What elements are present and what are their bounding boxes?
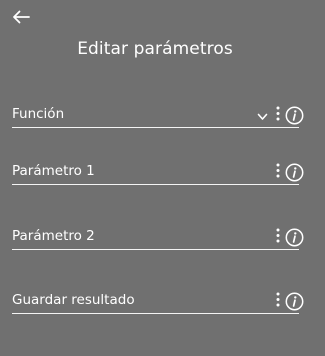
guardar-resultado-field[interactable]: Guardar resultado bbox=[12, 283, 304, 314]
info-icon[interactable] bbox=[285, 106, 304, 125]
back-button[interactable] bbox=[8, 6, 34, 28]
more-vertical-icon[interactable] bbox=[275, 106, 281, 121]
field-label-guardar-resultado: Guardar resultado bbox=[12, 292, 135, 308]
more-vertical-icon[interactable] bbox=[275, 163, 281, 178]
page-title: Editar parámetros bbox=[77, 39, 233, 59]
info-icon[interactable] bbox=[285, 163, 304, 182]
arrow-left-icon bbox=[13, 10, 30, 24]
parametro-1-field[interactable]: Parámetro 1 bbox=[12, 154, 304, 185]
field-label-funcion: Función bbox=[12, 106, 65, 122]
more-vertical-icon[interactable] bbox=[275, 292, 281, 307]
more-vertical-icon[interactable] bbox=[275, 228, 281, 243]
info-icon[interactable] bbox=[285, 228, 304, 247]
field-label-parametro-2: Parámetro 2 bbox=[12, 228, 95, 244]
info-icon[interactable] bbox=[285, 292, 304, 311]
funcion-select[interactable]: Función bbox=[12, 97, 304, 128]
parametro-2-field[interactable]: Parámetro 2 bbox=[12, 219, 304, 250]
chevron-down-icon[interactable] bbox=[257, 113, 268, 121]
field-label-parametro-1: Parámetro 1 bbox=[12, 163, 95, 179]
